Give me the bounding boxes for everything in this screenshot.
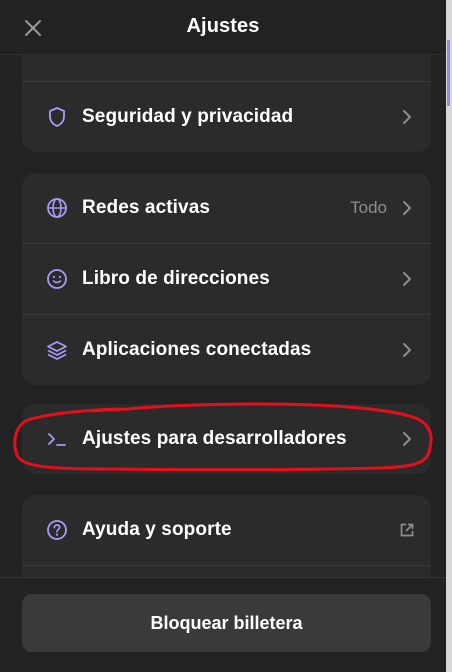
window-edge: [446, 0, 452, 672]
smiley-icon: [46, 268, 68, 290]
row-help-support[interactable]: Ayuda y soporte: [22, 495, 431, 565]
row-label: Seguridad y privacidad: [82, 106, 294, 127]
external-link-icon: [399, 522, 415, 538]
row-label: Redes activas: [82, 197, 211, 218]
row-address-book[interactable]: Libro de direcciones: [22, 244, 431, 314]
chevron-right-icon: [399, 271, 415, 287]
settings-card-support: Ayuda y soporte: [22, 495, 431, 577]
page-title: Ajustes: [186, 15, 260, 37]
row-connected-apps[interactable]: Aplicaciones conectadas: [22, 315, 431, 385]
row-label: Aplicaciones conectadas: [82, 339, 312, 360]
active-networks-value: Todo: [350, 198, 387, 217]
lock-wallet-button[interactable]: Bloquear billetera: [22, 594, 431, 652]
settings-header: Ajustes: [0, 0, 446, 55]
row-label: Ajustes para desarrolladores: [82, 428, 347, 449]
chevron-right-icon: [399, 200, 415, 216]
settings-list[interactable]: Seguridad y privacidad Redes activas Tod…: [0, 55, 446, 577]
row-label: Libro de direcciones: [82, 268, 270, 289]
card-divider: [22, 565, 431, 566]
settings-footer: Bloquear billetera: [0, 577, 446, 672]
chevron-right-icon: [399, 109, 415, 125]
row-active-networks[interactable]: Redes activas Todo: [22, 173, 431, 243]
scroll-accent: [447, 40, 450, 106]
layers-icon: [46, 339, 68, 361]
settings-card-developer: Ajustes para desarrolladores: [22, 404, 431, 474]
settings-panel: Ajustes Seguridad y privacidad Redes act…: [0, 0, 446, 672]
settings-card-network: Redes activas Todo Libro de direcciones …: [22, 173, 431, 385]
row-security-privacy[interactable]: Seguridad y privacidad: [22, 82, 431, 152]
shield-icon: [46, 106, 68, 128]
settings-card-account: Seguridad y privacidad: [22, 55, 431, 152]
row-label: Ayuda y soporte: [82, 519, 232, 540]
question-circle-icon: [46, 519, 68, 541]
globe-icon: [46, 197, 68, 219]
chevron-right-icon: [399, 431, 415, 447]
terminal-icon: [46, 428, 68, 450]
row-developer-settings[interactable]: Ajustes para desarrolladores: [22, 404, 431, 474]
chevron-right-icon: [399, 342, 415, 358]
